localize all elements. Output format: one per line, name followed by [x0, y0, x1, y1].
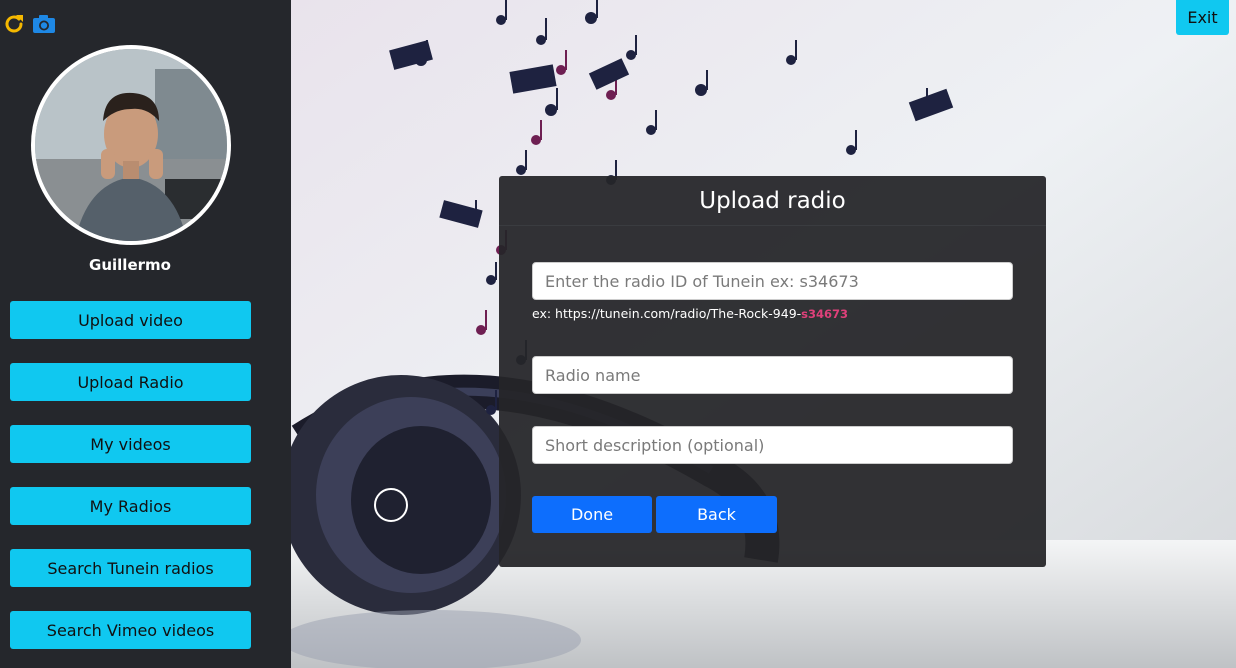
refresh-icon[interactable] [2, 12, 26, 36]
done-button[interactable]: Done [532, 496, 652, 533]
my-videos-button[interactable]: My videos [10, 425, 251, 463]
modal-header: Upload radio [499, 176, 1046, 226]
search-vimeo-button[interactable]: Search Vimeo videos [10, 611, 251, 649]
radio-id-input[interactable] [532, 262, 1013, 300]
hint-text: ex: https://tunein.com/radio/The-Rock-94… [532, 306, 802, 321]
radio-name-input[interactable] [532, 356, 1013, 394]
search-tunein-button[interactable]: Search Tunein radios [10, 549, 251, 587]
sidebar: Guillermo Upload video Upload Radio My v… [0, 0, 291, 668]
username: Guillermo [89, 256, 171, 274]
top-icons [2, 12, 56, 36]
back-button[interactable]: Back [656, 496, 777, 533]
avatar-photo [35, 49, 227, 241]
exit-button[interactable]: Exit [1176, 0, 1229, 35]
radio-id-hint: ex: https://tunein.com/radio/The-Rock-94… [532, 306, 848, 321]
avatar[interactable] [31, 45, 231, 245]
upload-radio-modal: Upload radio ex: https://tunein.com/radi… [499, 176, 1046, 567]
my-radios-button[interactable]: My Radios [10, 487, 251, 525]
modal-title: Upload radio [699, 187, 846, 214]
camera-icon[interactable] [32, 12, 56, 36]
short-description-input[interactable] [532, 426, 1013, 464]
upload-radio-button[interactable]: Upload Radio [10, 363, 251, 401]
hint-highlight-id: s34673 [801, 307, 849, 321]
upload-video-button[interactable]: Upload video [10, 301, 251, 339]
